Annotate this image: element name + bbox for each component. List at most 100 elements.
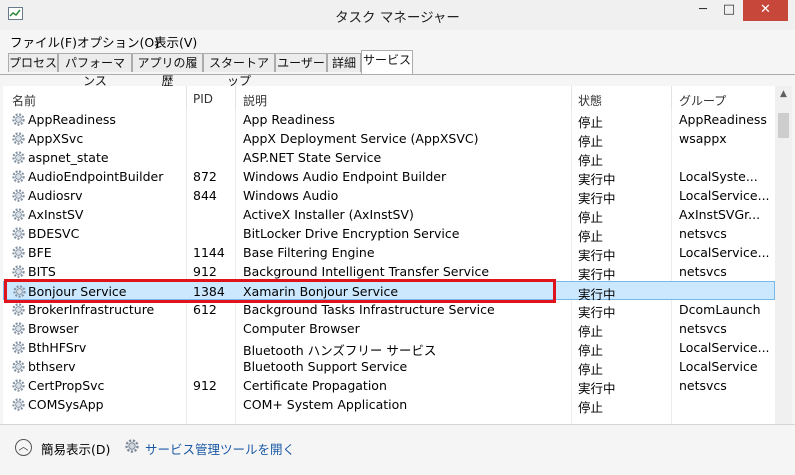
table-row[interactable]: aspnet_state ASP.NET State Service 停止 — [3, 148, 775, 168]
service-gear-icon — [12, 246, 25, 259]
table-row[interactable]: bthserv Bluetooth Support Service 停止 LocalS… — [3, 357, 775, 377]
service-name: BFE — [28, 245, 52, 260]
service-gear-icon — [12, 132, 25, 145]
table-row[interactable]: AppXSvc AppX Deployment Service (AppXSVC)… — [3, 129, 775, 149]
collapse-chevron-icon[interactable]: ︿ — [15, 439, 32, 456]
service-description: COM+ System Application — [243, 397, 408, 412]
service-gear-icon — [12, 322, 25, 335]
service-status: 停止 — [578, 400, 604, 415]
service-gear-icon — [12, 227, 25, 240]
menu-options[interactable]: オプション(O) — [77, 32, 159, 51]
column-header-group[interactable]: グループ — [679, 92, 726, 109]
service-group: LocalService... — [679, 340, 770, 355]
service-gear-icon — [12, 398, 25, 411]
service-description: ASP.NET State Service — [243, 150, 382, 165]
service-name: BrokerInfrastructure — [28, 302, 155, 317]
table-row[interactable]: BthHFSrv Bluetooth ハンズフリー サービス 停止 LocalServ… — [3, 338, 775, 358]
service-name: AppReadiness — [28, 112, 116, 127]
service-description: Base Filtering Engine — [243, 245, 375, 260]
service-gear-icon — [12, 170, 25, 183]
vertical-scrollbar[interactable]: ▲ — [775, 86, 792, 424]
service-group: netsvcs — [679, 226, 727, 241]
service-name: Audiosrv — [28, 188, 83, 203]
table-row[interactable]: AppReadiness App Readiness 停止 AppReadiness — [3, 110, 775, 130]
service-name: aspnet_state — [28, 150, 109, 165]
service-gear-icon — [12, 208, 25, 221]
service-group: netsvcs — [679, 264, 727, 279]
service-gear-icon — [12, 189, 25, 202]
menu-file[interactable]: ファイル(F) — [10, 32, 77, 51]
service-gear-icon — [12, 341, 25, 354]
service-description: Background Intelligent Transfer Service — [243, 264, 490, 279]
service-pid: 912 — [193, 264, 217, 279]
table-header: ^ 名前 PID 説明 状態 グループ — [3, 86, 775, 110]
table-row[interactable]: COMSysApp COM+ System Application 停止 — [3, 395, 775, 415]
service-name: BthHFSrv — [28, 340, 87, 355]
menu-bar: ファイル(F) オプション(O) 表示(V) — [0, 30, 795, 50]
service-description: Certificate Propagation — [243, 378, 387, 393]
column-header-pid[interactable]: PID — [193, 92, 213, 106]
column-header-name[interactable]: 名前 — [12, 92, 36, 109]
table-row[interactable]: Audiosrv 844 Windows Audio 実行中 LocalService.… — [3, 186, 775, 206]
table-row[interactable]: Browser Computer Browser 停止 netsvcs — [3, 319, 775, 339]
service-group: AppReadiness — [679, 112, 767, 127]
service-description: BitLocker Drive Encryption Service — [243, 226, 460, 241]
table-body: AppReadiness App Readiness 停止 AppReadiness A… — [3, 110, 775, 424]
table-row[interactable]: CertPropSvc 912 Certificate Propagation 実行中… — [3, 376, 775, 396]
minimize-button[interactable]: ─ — [690, 0, 716, 21]
tab-bar: プロセス パフォーマンス アプリの履歴 スタートアップ ユーザー 詳細 サービス — [0, 50, 795, 88]
service-pid: 912 — [193, 378, 217, 393]
service-name: CertPropSvc — [28, 378, 105, 393]
service-group: LocalService — [679, 359, 758, 374]
close-button[interactable]: ✕ — [743, 0, 788, 21]
service-group: AxInstSVGr... — [679, 207, 761, 222]
table-row[interactable]: BDESVC BitLocker Drive Encryption Service… — [3, 224, 775, 244]
service-gear-icon — [12, 303, 25, 316]
service-description: Background Tasks Infrastructure Service — [243, 302, 495, 317]
service-name: AppXSvc — [28, 131, 84, 146]
scrollbar-thumb[interactable] — [778, 113, 789, 138]
sort-ascending-icon: ^ — [93, 86, 101, 93]
service-description: Windows Audio — [243, 188, 339, 203]
scroll-up-icon[interactable]: ▲ — [775, 86, 792, 103]
service-group: LocalService... — [679, 245, 770, 260]
service-group: netsvcs — [679, 378, 727, 393]
window-title: タスク マネージャー — [335, 10, 460, 26]
tab-performance[interactable]: パフォーマンス — [58, 53, 132, 88]
service-gear-icon — [12, 379, 25, 392]
service-description: Windows Audio Endpoint Builder — [243, 169, 447, 184]
fewer-details-button[interactable]: 簡易表示(D) — [41, 439, 110, 458]
service-pid: 872 — [193, 169, 217, 184]
service-description: App Readiness — [243, 112, 335, 127]
service-pid: 612 — [193, 302, 217, 317]
service-gear-icon — [12, 151, 25, 164]
service-description: Bluetooth Support Service — [243, 359, 408, 374]
table-row[interactable]: AudioEndpointBuilder 872 Windows Audio End… — [3, 167, 775, 187]
service-name: Browser — [28, 321, 79, 336]
service-group: LocalSyste... — [679, 169, 758, 184]
service-name: AxInstSV — [28, 207, 84, 222]
menu-view[interactable]: 表示(V) — [154, 32, 197, 51]
table-row[interactable]: BFE 1144 Base Filtering Engine 実行中 LocalServ… — [3, 243, 775, 263]
service-name: AudioEndpointBuilder — [28, 169, 164, 184]
service-group: DcomLaunch — [679, 302, 761, 317]
service-description: AppX Deployment Service (AppXSVC) — [243, 131, 479, 146]
service-group: LocalService... — [679, 188, 770, 203]
service-gear-icon — [12, 113, 25, 126]
open-services-link[interactable]: サービス管理ツールを開く — [145, 439, 295, 458]
service-gear-icon — [12, 265, 25, 278]
service-name: BDESVC — [28, 226, 80, 241]
column-header-description[interactable]: 説明 — [243, 92, 267, 109]
tab-details[interactable]: 詳細 — [327, 53, 361, 72]
service-name: BITS — [28, 264, 56, 279]
tab-users[interactable]: ユーザー — [275, 53, 327, 72]
service-name: COMSysApp — [28, 397, 104, 412]
table-row[interactable]: AxInstSV ActiveX Installer (AxInstSV) 停止 Ax… — [3, 205, 775, 225]
tab-services[interactable]: サービス — [361, 50, 413, 74]
maximize-button[interactable]: □ — [716, 0, 742, 21]
tab-app-history[interactable]: アプリの履歴 — [132, 53, 203, 88]
tab-processes[interactable]: プロセス — [8, 53, 58, 72]
title-bar: タスク マネージャー ─ □ ✕ — [0, 0, 795, 30]
tab-startup[interactable]: スタートアップ — [203, 53, 275, 88]
column-header-status[interactable]: 状態 — [578, 92, 602, 109]
